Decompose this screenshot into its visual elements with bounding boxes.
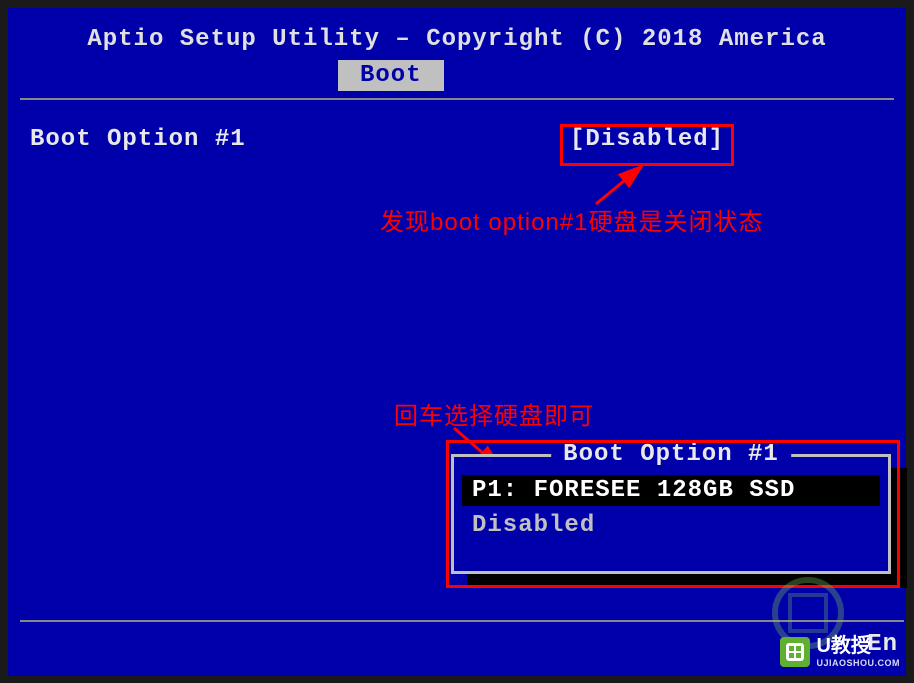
- boot-option-row[interactable]: Boot Option #1 [Disabled]: [30, 126, 890, 153]
- bios-title: Aptio Setup Utility – Copyright (C) 2018…: [8, 26, 906, 53]
- watermark: U教授 UJIAOSHOU.COM: [780, 634, 900, 669]
- watermark-logo-icon: [780, 637, 810, 667]
- top-divider: [20, 98, 894, 100]
- tab-bar: Boot: [338, 60, 444, 91]
- bios-screen: Aptio Setup Utility – Copyright (C) 2018…: [8, 8, 906, 676]
- tab-boot[interactable]: Boot: [338, 60, 444, 91]
- bottom-divider: [20, 620, 904, 622]
- annotation-highlight-box-2: [446, 440, 900, 588]
- watermark-text: U教授 UJIAOSHOU.COM: [816, 634, 900, 669]
- boot-option-label: Boot Option #1: [30, 126, 570, 153]
- annotation-highlight-box-1: [560, 124, 734, 166]
- annotation-text-2: 回车选择硬盘即可: [394, 396, 594, 431]
- annotation-text-1: 发现boot option#1硬盘是关闭状态: [380, 202, 763, 237]
